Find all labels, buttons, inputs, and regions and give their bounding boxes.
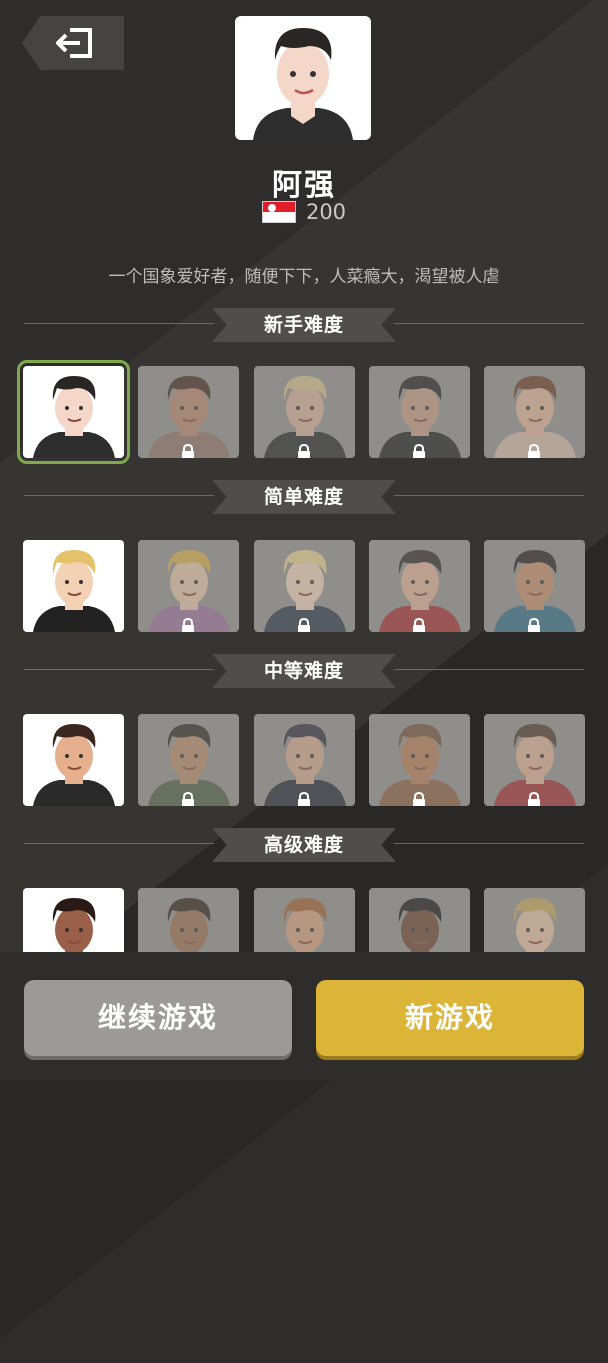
- lock-icon: [182, 618, 194, 632]
- lock-icon: [182, 792, 194, 806]
- opponent-card[interactable]: [23, 540, 124, 632]
- exit-icon: [56, 28, 92, 58]
- opponent-card[interactable]: [484, 714, 585, 806]
- lock-icon: [182, 444, 194, 458]
- lock-icon: [298, 618, 310, 632]
- section-advanced: 高级难度: [0, 824, 608, 864]
- player-rating: 200: [305, 200, 347, 224]
- section-title: 新手难度: [263, 314, 344, 336]
- lock-icon: [298, 792, 310, 806]
- continue-game-button[interactable]: 继续游戏: [24, 980, 292, 1056]
- singapore-flag-icon: [261, 201, 296, 223]
- section-easy: 简单难度: [0, 476, 608, 516]
- exit-button[interactable]: [22, 16, 124, 70]
- lock-icon: [528, 792, 540, 806]
- opponent-card[interactable]: [138, 714, 239, 806]
- opponent-row-easy: [0, 540, 608, 642]
- section-title: 高级难度: [263, 834, 344, 856]
- opponent-card[interactable]: [138, 366, 239, 458]
- lock-icon: [528, 444, 540, 458]
- opponent-card[interactable]: [23, 714, 124, 806]
- opponent-portrait: [33, 550, 115, 632]
- opponent-card[interactable]: [484, 366, 585, 458]
- section-beginner: 新手难度: [0, 304, 608, 344]
- section-title: 中等难度: [263, 660, 344, 682]
- opponent-card[interactable]: [138, 540, 239, 632]
- opponent-portrait: [33, 376, 115, 458]
- opponent-card[interactable]: [369, 714, 470, 806]
- opponent-card[interactable]: [254, 714, 355, 806]
- opponent-row-beginner: [0, 360, 608, 468]
- opponent-card[interactable]: [17, 360, 130, 464]
- opponent-portrait: [33, 724, 115, 806]
- new-game-button[interactable]: 新游戏: [316, 980, 584, 1056]
- lock-icon: [413, 792, 425, 806]
- lock-icon: [413, 444, 425, 458]
- lock-icon: [413, 618, 425, 632]
- section-medium: 中等难度: [0, 650, 608, 690]
- opponent-card[interactable]: [484, 540, 585, 632]
- opponent-card[interactable]: [254, 540, 355, 632]
- rating-row: 200: [0, 200, 608, 224]
- opponent-row-medium: [0, 714, 608, 816]
- lock-icon: [298, 444, 310, 458]
- opponent-card[interactable]: [369, 366, 470, 458]
- section-title: 简单难度: [263, 486, 344, 508]
- player-name: 阿强: [272, 168, 336, 203]
- opponent-card[interactable]: [254, 366, 355, 458]
- lock-icon: [528, 618, 540, 632]
- player-bio: 一个国象爱好者，随便下下，人菜瘾大，渴望被人虐: [108, 267, 500, 287]
- player-avatar[interactable]: [235, 16, 371, 140]
- opponent-card[interactable]: [369, 540, 470, 632]
